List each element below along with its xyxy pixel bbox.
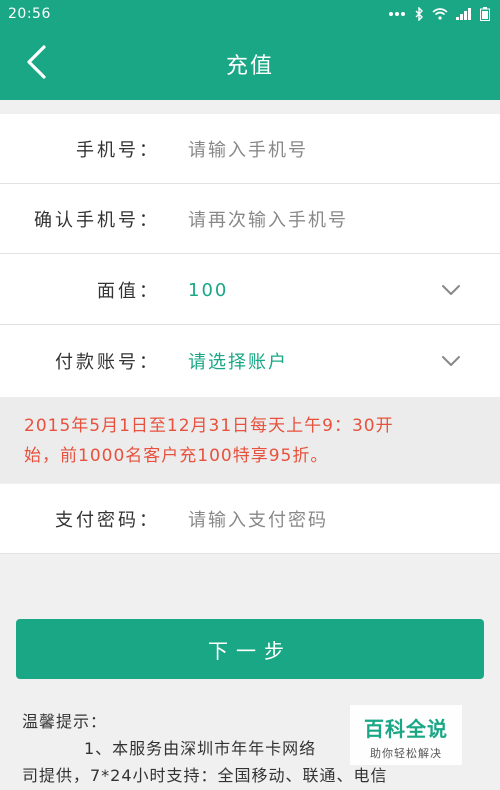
confirm-phone-input[interactable]: 请再次输入手机号	[188, 184, 348, 254]
account-select[interactable]: 付款账号： 请选择账户	[0, 326, 500, 396]
password-block: 支付密码： 请输入支付密码	[0, 484, 500, 554]
status-icons	[388, 7, 490, 21]
wifi-icon	[432, 8, 448, 20]
bluetooth-icon	[414, 7, 424, 21]
phone-field[interactable]: 手机号： 请输入手机号	[0, 114, 500, 184]
account-label: 付款账号：	[55, 352, 160, 373]
page-title: 充值	[225, 54, 274, 79]
chevron-left-icon	[25, 44, 47, 84]
nav-bar: 充值	[0, 28, 500, 100]
amount-select[interactable]: 面值： 100	[0, 255, 500, 325]
promo-notice: 2015年5月1日至12月31日每天上午9：30开 始，前1000名客户充100…	[0, 397, 500, 483]
password-field[interactable]: 支付密码： 请输入支付密码	[0, 484, 500, 554]
tips-line-2: 司提供，7*24小时支持：全国移动、联通、电信	[22, 766, 388, 785]
password-input[interactable]: 请输入支付密码	[188, 484, 328, 554]
back-button[interactable]	[14, 40, 58, 88]
promo-line-1: 2015年5月1日至12月31日每天上午9：30开	[24, 416, 394, 436]
status-time: 20:56	[8, 6, 51, 22]
amount-label: 面值：	[97, 281, 160, 302]
confirm-phone-field[interactable]: 确认手机号： 请再次输入手机号	[0, 184, 500, 254]
recharge-form: 手机号： 请输入手机号 确认手机号： 请再次输入手机号 面值： 100 付款账号…	[0, 114, 500, 397]
watermark: 百科全说 助你轻松解决	[350, 705, 462, 765]
confirm-phone-label: 确认手机号：	[34, 210, 160, 231]
promo-line-2: 始，前1000名客户充100特享95折。	[24, 446, 329, 466]
chevron-down-icon[interactable]	[440, 350, 462, 372]
status-bar: 20:56	[0, 0, 500, 28]
signal-icon	[456, 8, 472, 20]
account-value[interactable]: 请选择账户	[188, 326, 288, 396]
phone-label: 手机号：	[76, 140, 160, 161]
watermark-title: 百科全说	[364, 717, 448, 741]
phone-input[interactable]: 请输入手机号	[188, 114, 308, 184]
chevron-down-icon[interactable]	[440, 279, 462, 301]
amount-value[interactable]: 100	[188, 255, 228, 325]
watermark-subtitle: 助你轻松解决	[370, 747, 442, 760]
dots-icon	[388, 11, 406, 17]
next-step-button[interactable]: 下一步	[16, 619, 484, 679]
battery-icon	[480, 7, 490, 21]
password-label: 支付密码：	[55, 510, 160, 531]
